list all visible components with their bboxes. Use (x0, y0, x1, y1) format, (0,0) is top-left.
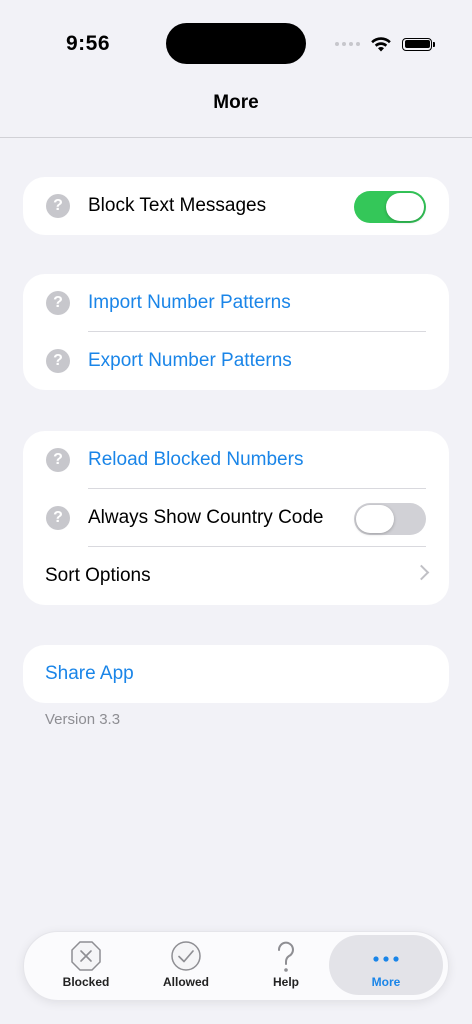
import-patterns-row[interactable]: ? Import Number Patterns (23, 274, 449, 332)
export-patterns-row[interactable]: ? Export Number Patterns (23, 332, 449, 390)
country-code-toggle[interactable] (354, 503, 426, 535)
block-text-toggle[interactable] (354, 191, 426, 223)
help-icon[interactable]: ? (46, 291, 70, 315)
tab-allowed[interactable]: Allowed (136, 932, 236, 1000)
tab-help-label: Help (272, 975, 299, 989)
options-section: ? Reload Blocked Numbers ? Always Show C… (23, 431, 449, 605)
question-icon (277, 941, 294, 972)
patterns-section: ? Import Number Patterns ? Export Number… (23, 274, 449, 390)
navigation-bar: More (0, 80, 472, 138)
chevron-right-icon (413, 564, 430, 581)
help-icon[interactable]: ? (46, 448, 70, 472)
tab-blocked[interactable]: Blocked (36, 932, 136, 1000)
import-patterns-link[interactable]: Import Number Patterns (88, 292, 291, 314)
checkmark-circle-icon (171, 941, 201, 971)
help-icon[interactable]: ? (46, 349, 70, 373)
page-title: More (213, 92, 259, 113)
export-patterns-link[interactable]: Export Number Patterns (88, 350, 292, 372)
tab-bar: Blocked Allowed Help More (23, 931, 449, 1001)
tab-help[interactable]: Help (236, 932, 336, 1000)
status-time: 9:56 (66, 32, 111, 55)
battery-icon (402, 37, 435, 51)
share-app-row[interactable]: Share App (23, 645, 449, 703)
sort-options-label: Sort Options (45, 565, 151, 586)
reload-blocked-row[interactable]: ? Reload Blocked Numbers (23, 431, 449, 489)
tab-allowed-label: Allowed (162, 975, 209, 989)
help-icon[interactable]: ? (46, 506, 70, 530)
status-icons (335, 34, 435, 54)
country-code-row: ? Always Show Country Code (23, 489, 449, 547)
block-text-section: ? Block Text Messages (23, 177, 449, 235)
dynamic-island (166, 23, 306, 64)
reload-blocked-link[interactable]: Reload Blocked Numbers (88, 449, 303, 471)
status-bar: 9:56 (0, 0, 472, 80)
version-label: Version 3.3 (45, 711, 121, 728)
help-icon[interactable]: ? (46, 194, 70, 218)
sort-options-row[interactable]: Sort Options (23, 547, 449, 605)
wifi-icon (371, 37, 391, 52)
tab-more-label: More (371, 975, 401, 989)
share-app-link[interactable]: Share App (45, 663, 134, 685)
tab-more[interactable]: More (329, 935, 443, 995)
ellipsis-icon (373, 956, 399, 962)
country-code-label: Always Show Country Code (88, 507, 324, 528)
tab-blocked-label: Blocked (62, 975, 110, 989)
block-text-row: ? Block Text Messages (23, 177, 449, 235)
x-octagon-icon (71, 941, 101, 971)
share-section: Share App (23, 645, 449, 703)
block-text-label: Block Text Messages (88, 195, 267, 216)
cellular-signal-icon (335, 42, 360, 46)
